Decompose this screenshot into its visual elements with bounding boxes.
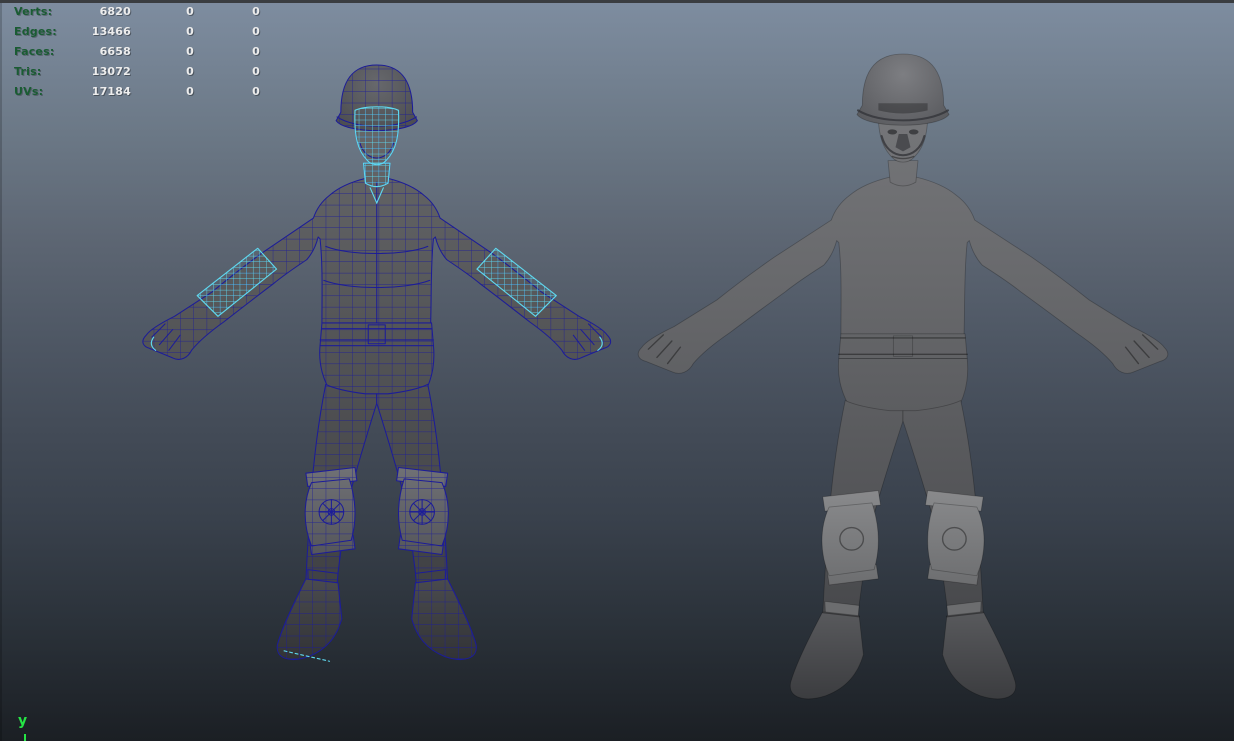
- sh-kneepad-right: [928, 503, 984, 576]
- sh-buckle: [893, 336, 912, 357]
- hud-value: 13466: [72, 24, 131, 44]
- hud-value: 0: [194, 44, 260, 64]
- poly-count-hud: Verts: 6820 0 0 Edges: 13466 0 0 Faces: …: [0, 4, 260, 104]
- viewport[interactable]: Verts: 6820 0 0 Edges: 13466 0 0 Faces: …: [0, 0, 1234, 741]
- hud-value: 0: [194, 24, 260, 44]
- hud-value: 0: [194, 4, 260, 24]
- model-soldier-shaded[interactable]: [638, 54, 1168, 699]
- sh-boot-right: [943, 612, 1016, 699]
- sh-boot-left: [790, 612, 863, 699]
- hud-value: 6820: [72, 4, 131, 24]
- hud-label: Tris:: [14, 64, 72, 84]
- hud-value: 0: [131, 84, 194, 104]
- sh-kneepad-left: [822, 503, 878, 576]
- hud-row-faces: Faces: 6658 0 0: [0, 44, 260, 64]
- hud-label: Faces:: [14, 44, 72, 64]
- hud-label: UVs:: [14, 84, 72, 104]
- hud-row-verts: Verts: 6820 0 0: [0, 4, 260, 24]
- hud-value: 0: [131, 44, 194, 64]
- hud-value: 0: [131, 4, 194, 24]
- hud-label: Edges:: [14, 24, 72, 44]
- y-axis-indicator: y: [18, 714, 27, 728]
- hud-value: 0: [194, 64, 260, 84]
- sh-helmet: [857, 54, 949, 125]
- hud-value: 6658: [72, 44, 131, 64]
- hud-value: 0: [131, 64, 194, 84]
- model-soldier-wireframe[interactable]: [122, 57, 632, 681]
- scene-canvas: [0, 0, 1234, 741]
- sh-neck: [888, 161, 918, 186]
- hud-value: 0: [194, 84, 260, 104]
- hud-value: 17184: [72, 84, 131, 104]
- hud-row-edges: Edges: 13466 0 0: [0, 24, 260, 44]
- hud-value: 13072: [72, 64, 131, 84]
- viewport-top-border: [0, 0, 1234, 3]
- y-axis-label: y: [18, 713, 27, 729]
- hud-row-uvs: UVs: 17184 0 0: [0, 84, 260, 104]
- hud-label: Verts:: [14, 4, 72, 24]
- hud-row-tris: Tris: 13072 0 0: [0, 64, 260, 84]
- y-axis-line: [24, 734, 26, 741]
- hud-value: 0: [131, 24, 194, 44]
